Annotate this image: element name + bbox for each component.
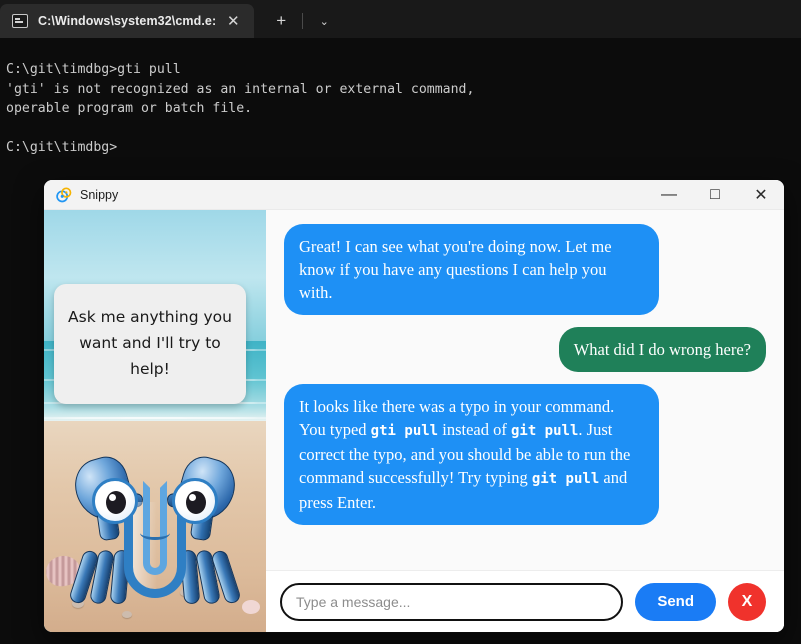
crab-eye-left bbox=[92, 478, 138, 524]
assistant-speech-bubble: Ask me anything you want and I'll try to… bbox=[54, 284, 246, 404]
paperclip-body bbox=[124, 481, 186, 598]
divider bbox=[302, 13, 304, 29]
close-button[interactable]: ✕ bbox=[738, 180, 784, 210]
close-icon[interactable]: ✕ bbox=[220, 8, 246, 34]
cancel-button[interactable]: X bbox=[728, 582, 766, 621]
pupil bbox=[186, 491, 206, 514]
pupil bbox=[106, 491, 126, 514]
snippy-title-bar[interactable]: Snippy — □ ✕ bbox=[44, 180, 784, 210]
crab-smile bbox=[140, 526, 170, 540]
terminal-tab-bar: C:\Windows\system32\cmd.e: ✕ + ⌄ bbox=[0, 0, 801, 38]
snippy-app-icon bbox=[56, 186, 72, 202]
message-composer: Send X bbox=[266, 570, 784, 632]
snippy-window: Snippy — □ ✕ Ask me anything you want an… bbox=[44, 180, 784, 632]
terminal-tab-title: C:\Windows\system32\cmd.e: bbox=[38, 14, 217, 28]
bot-message-bubble: Great! I can see what you're doing now. … bbox=[284, 224, 659, 315]
message-row: Great! I can see what you're doing now. … bbox=[284, 224, 766, 315]
user-message-bubble: What did I do wrong here? bbox=[558, 327, 766, 372]
message-list: Great! I can see what you're doing now. … bbox=[266, 210, 784, 570]
new-tab-icon[interactable]: + bbox=[268, 8, 294, 34]
message-row: It looks like there was a typo in your c… bbox=[284, 384, 766, 525]
chevron-down-icon[interactable]: ⌄ bbox=[311, 8, 337, 34]
paperclip-crab-character bbox=[62, 451, 248, 620]
chat-panel: Great! I can see what you're doing now. … bbox=[266, 210, 784, 632]
snippy-title: Snippy bbox=[80, 187, 119, 202]
tab-bar-actions: + ⌄ bbox=[268, 4, 337, 38]
send-button[interactable]: Send bbox=[635, 582, 716, 621]
minimize-button[interactable]: — bbox=[646, 180, 692, 210]
assistant-illustration: Ask me anything you want and I'll try to… bbox=[44, 210, 266, 632]
message-row: What did I do wrong here? bbox=[284, 327, 766, 372]
maximize-button[interactable]: □ bbox=[692, 180, 738, 210]
console-icon bbox=[12, 14, 28, 28]
message-input[interactable] bbox=[280, 582, 624, 621]
terminal-tab[interactable]: C:\Windows\system32\cmd.e: ✕ bbox=[0, 4, 255, 38]
snippy-body: Ask me anything you want and I'll try to… bbox=[44, 210, 784, 632]
crab-eye-right bbox=[172, 478, 218, 524]
bot-message-bubble: It looks like there was a typo in your c… bbox=[284, 384, 659, 525]
